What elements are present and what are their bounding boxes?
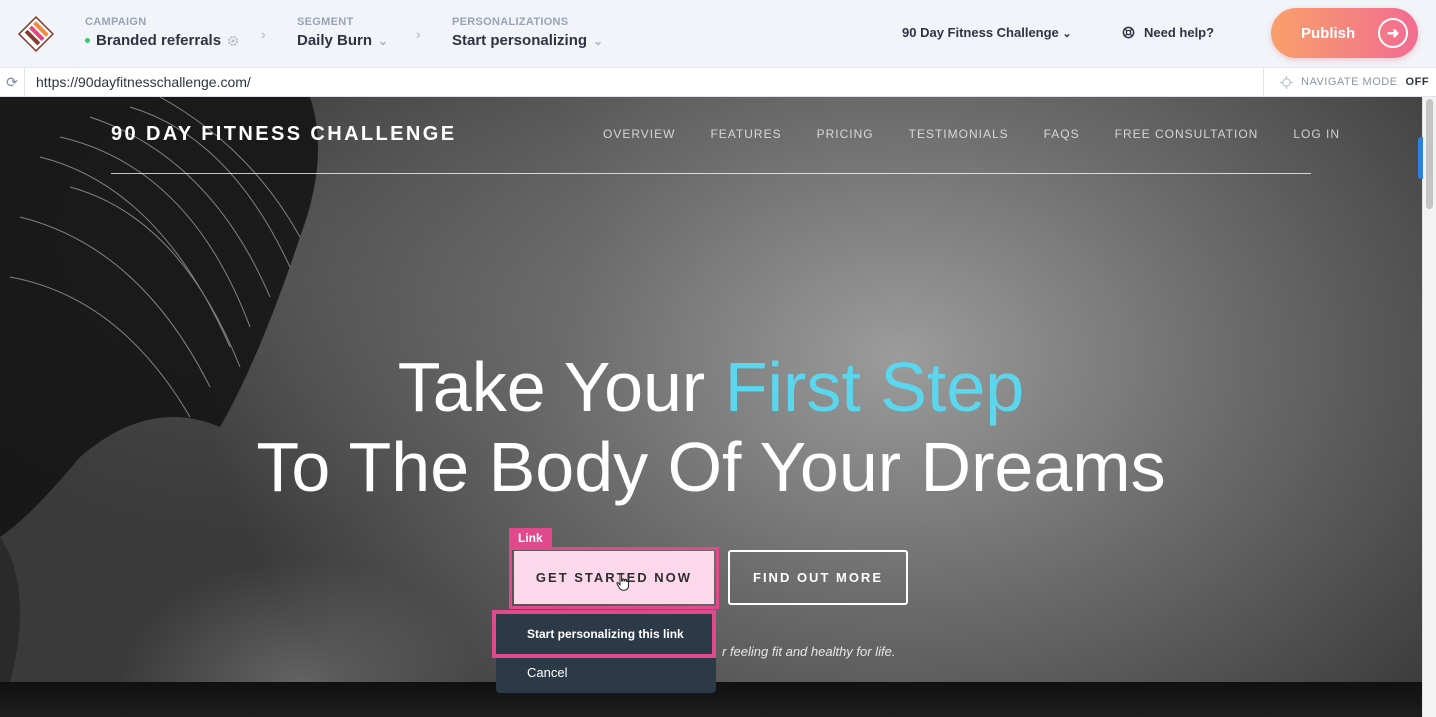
site-nav-faqs[interactable]: FAQS [1044,127,1080,141]
site-navigation: OVERVIEW FEATURES PRICING TESTIMONIALS F… [603,127,1340,141]
url-bar: ⟳ https://90dayfitnesschallenge.com/ NAV… [0,68,1436,97]
navigate-mode-label: NAVIGATE MODE [1301,76,1398,88]
segment-label: SEGMENT [297,16,354,28]
app-header: CAMPAIGN Branded referrals › SEGMENT Dai… [0,0,1436,68]
chevron-down-icon[interactable]: ⌄ [378,34,388,48]
headline-accent-text: First Step [724,348,1025,426]
crosshair-icon [1280,75,1293,89]
site-nav-testimonials[interactable]: TESTIMONIALS [909,127,1009,141]
hero-tagline: r feeling fit and healthy for life. [722,644,896,659]
breadcrumb-campaign[interactable]: CAMPAIGN Branded referrals [85,16,239,49]
app-logo-icon[interactable] [16,14,56,54]
chevron-down-icon: ⌄ [1062,28,1072,40]
navigate-mode-state: OFF [1405,76,1430,88]
site-nav-overview[interactable]: OVERVIEW [603,127,675,141]
breadcrumb-segment[interactable]: SEGMENT Daily Burn ⌄ [297,16,388,49]
start-personalizing-link-menu-item[interactable]: Start personalizing this link [492,610,716,658]
site-nav-free-consultation[interactable]: FREE CONSULTATION [1115,127,1259,141]
hero-headline-line-1: Take Your First Step [0,347,1422,427]
personalizations-name[interactable]: Start personalizing [452,32,587,49]
hero-headline-line-2: To The Body Of Your Dreams [256,428,1166,506]
scrollbar-thumb[interactable] [1426,99,1433,209]
status-active-dot [85,38,90,43]
chevron-right-icon: › [261,26,266,42]
hand-pointer-icon [616,573,629,591]
publish-label: Publish [1301,24,1356,42]
navigate-mode-toggle[interactable]: NAVIGATE MODE OFF [1263,68,1436,96]
site-brand-logo[interactable]: 90 DAY FITNESS CHALLENGE [111,123,456,146]
help-label: Need help? [1144,25,1215,40]
help-link[interactable]: Need help? [1122,25,1214,40]
side-panel-tab[interactable] [1418,137,1423,179]
header-divider [111,173,1311,174]
element-type-tag: Link [509,528,552,548]
breadcrumb-personalizations[interactable]: PERSONALIZATIONS Start personalizing ⌄ [452,16,603,49]
scrollbar[interactable] [1422,97,1436,717]
reload-icon[interactable]: ⟳ [0,68,25,96]
gear-icon[interactable] [227,35,239,47]
campaign-label: CAMPAIGN [85,16,147,28]
chevron-right-icon: › [416,26,421,42]
personalizations-label: PERSONALIZATIONS [452,16,569,28]
site-nav-features[interactable]: FEATURES [710,127,781,141]
site-selector-label: 90 Day Fitness Challenge [902,25,1059,40]
find-out-more-button[interactable]: FIND OUT MORE [728,550,908,605]
help-lifebuoy-icon [1122,26,1135,39]
campaign-name[interactable]: Branded referrals [96,32,221,49]
cancel-menu-item[interactable]: Cancel [527,665,567,680]
site-nav-log-in[interactable]: LOG IN [1293,127,1340,141]
chevron-down-icon[interactable]: ⌄ [593,34,603,48]
segment-name[interactable]: Daily Burn [297,32,372,49]
site-nav-pricing[interactable]: PRICING [817,127,874,141]
publish-button[interactable]: Publish ➜ [1271,8,1418,58]
site-selector-dropdown[interactable]: 90 Day Fitness Challenge ⌄ [902,25,1072,40]
arrow-right-icon: ➜ [1378,18,1408,48]
headline-text: Take Your [397,348,725,426]
url-field[interactable]: https://90dayfitnesschallenge.com/ [36,74,251,90]
get-started-button[interactable]: GET STARTED NOW [514,551,714,604]
